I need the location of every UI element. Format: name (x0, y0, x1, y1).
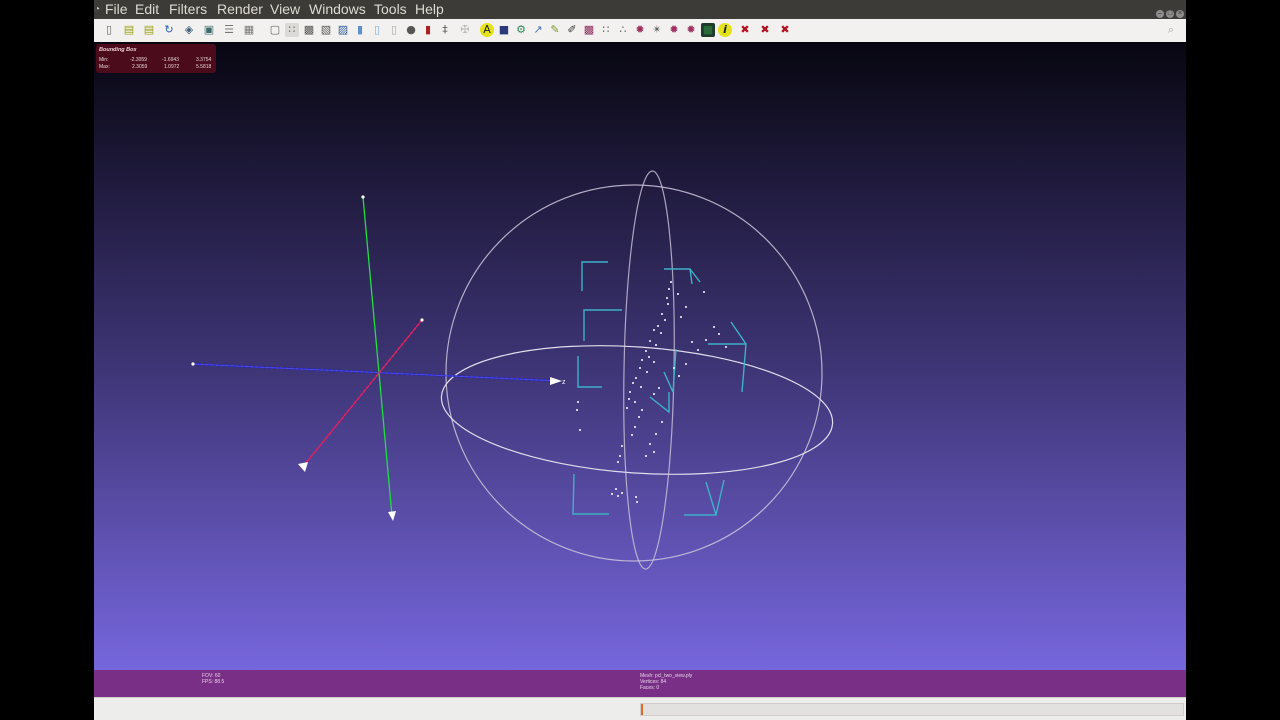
y-axis-arrow-icon (388, 511, 396, 521)
z-axis-core (192, 363, 561, 382)
app-icon: ◔ (94, 4, 101, 15)
info-bar: FOV: 60 FPS: 88.5 Mesh: pcl_two_view.ply… (94, 670, 1186, 697)
move-icon[interactable]: ✹ (633, 23, 647, 37)
bbox-max-row: Max: 2.3059 1.0972 5.5818 (99, 64, 213, 70)
menu-windows[interactable]: Windows (308, 0, 367, 19)
measure-icon[interactable]: ■ (497, 23, 511, 37)
open-icon[interactable]: ▤ (122, 23, 136, 37)
light-icon[interactable]: ● (404, 23, 418, 37)
close-window-icon[interactable]: × (1176, 10, 1184, 18)
paint-icon[interactable]: ↗ (531, 23, 545, 37)
pick-points-icon[interactable]: ⚙ (514, 23, 528, 37)
compass-icon[interactable]: ✴ (650, 23, 664, 37)
align-icon[interactable]: ✠ (458, 23, 472, 37)
menu-help[interactable]: Help (414, 0, 445, 19)
delete-all-icon[interactable]: ✖ (778, 23, 792, 37)
bbox-min-row: Min: -2.3059 -1.6943 3.3754 (99, 57, 213, 63)
x-axis-origin (420, 318, 424, 322)
bbox-max-x: 2.3059 (132, 64, 148, 70)
y-axis (362, 196, 393, 517)
y-axis-origin (361, 195, 365, 199)
info-icon[interactable]: i (718, 23, 732, 37)
bounding-box-title: Bounding Box (99, 47, 137, 53)
texture-icon[interactable]: ▯ (370, 23, 384, 37)
fps-text: FPS: 88.5 (202, 679, 225, 685)
window-controls: – □ × (1154, 1, 1184, 18)
bbox-min-x: -2.3059 (130, 57, 147, 63)
layers-icon[interactable]: ☰ (222, 23, 236, 37)
color-icon[interactable]: ▮ (421, 23, 435, 37)
wireframe-icon[interactable]: ▩ (302, 23, 316, 37)
progress-bar (640, 703, 1184, 716)
hidden-lines-icon[interactable]: ▧ (319, 23, 333, 37)
delete-faces-icon[interactable]: ✖ (738, 23, 752, 37)
menu-bar: ◔ File Edit Filters Render View Windows … (94, 0, 1186, 19)
bbox-min-y: -1.6943 (162, 57, 179, 63)
x-axis-arrow-icon (298, 462, 308, 472)
minimize-icon[interactable]: – (1156, 10, 1164, 18)
face-select-icon[interactable]: ∴ (616, 23, 630, 37)
meshlab-window: ◔ File Edit Filters Render View Windows … (94, 0, 1186, 720)
menu-filters[interactable]: Filters (168, 0, 208, 19)
trackball[interactable] (437, 170, 837, 570)
face-paint-icon[interactable]: ✹ (684, 23, 698, 37)
bbox-icon[interactable]: ▢ (268, 23, 282, 37)
z-axis-origin (191, 362, 195, 366)
toolbar: ▯ ▤ ▤ ↻ ◈ ▣ ☰ ▦ ▢ ∷ ▩ ▧ ▨ ▮ ▯ ▯ ● ▮ ‡ ✠ … (94, 19, 1186, 43)
3d-viewport[interactable]: z Bounding Box Min: -2.3059 -1.6943 3.37… (94, 42, 1186, 670)
menu-view[interactable]: View (269, 0, 301, 19)
bbox-min-label: Min: (99, 57, 109, 63)
menu-edit[interactable]: Edit (134, 0, 160, 19)
menu-file[interactable]: File (104, 0, 129, 19)
open-project-icon[interactable]: ▤ (142, 23, 156, 37)
bbox-max-label: Max: (99, 64, 110, 70)
edit-icon[interactable]: ✐ (565, 23, 579, 37)
x-axis-core (300, 319, 423, 470)
menu-render[interactable]: Render (216, 0, 264, 19)
z-axis-arrow-icon (550, 377, 562, 385)
vertex-paint-icon[interactable]: ✹ (667, 23, 681, 37)
snapshot-icon[interactable]: ▣ (202, 23, 216, 37)
bbox-max-z: 5.5818 (196, 64, 212, 70)
flat-icon[interactable]: ▨ (336, 23, 350, 37)
status-bar (94, 697, 1186, 720)
annotate-icon[interactable]: A (480, 23, 494, 37)
bbox-max-y: 1.0972 (164, 64, 180, 70)
smooth-icon[interactable]: ▮ (353, 23, 367, 37)
close-icon[interactable]: ▦ (242, 23, 256, 37)
new-icon[interactable]: ▯ (102, 23, 116, 37)
mesh-info: Mesh: pcl_two_view.ply Vertices: 84 Face… (640, 673, 692, 691)
faces-text: Faces: 0 (640, 685, 660, 691)
menu-tools[interactable]: Tools (373, 0, 408, 19)
scene-canvas[interactable]: z (94, 42, 1186, 670)
reload-icon[interactable]: ↻ (162, 23, 176, 37)
render-info: FOV: 60 FPS: 88.5 (202, 673, 224, 685)
search-icon[interactable]: ⌕ (1164, 23, 1178, 37)
axes-gizmo: z (191, 195, 566, 521)
progress-fill (641, 704, 643, 715)
bbox-min-z: 3.3754 (196, 57, 212, 63)
vertex-select-icon[interactable]: ∷ (599, 23, 613, 37)
z-axis-label: z (562, 379, 566, 386)
normals-icon[interactable]: ‡ (438, 23, 452, 37)
delete-vertices-icon[interactable]: ✖ (758, 23, 772, 37)
save-icon[interactable]: ◈ (182, 23, 196, 37)
points-icon[interactable]: ∷ (285, 23, 299, 37)
camera-icon[interactable]: ✎ (548, 23, 562, 37)
quality-icon[interactable]: ■ (701, 23, 715, 37)
mesh-select-icon[interactable]: ▩ (582, 23, 596, 37)
maximize-icon[interactable]: □ (1166, 10, 1174, 18)
select-icon[interactable]: ▯ (387, 23, 401, 37)
bounding-box-panel: Bounding Box Min: -2.3059 -1.6943 3.3754… (96, 44, 216, 73)
